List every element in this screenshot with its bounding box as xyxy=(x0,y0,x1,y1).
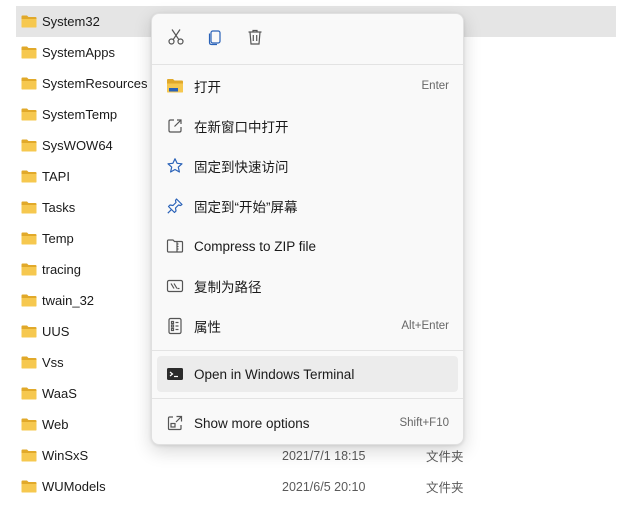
file-name: tracing xyxy=(42,262,82,277)
menu-item-open-terminal[interactable]: Open in Windows Terminal xyxy=(157,356,458,392)
file-name: SysWOW64 xyxy=(42,138,113,153)
menu-divider xyxy=(152,64,463,65)
folder-icon xyxy=(21,480,37,493)
menu-item-shortcut: Enter xyxy=(421,80,450,92)
folder-icon xyxy=(21,46,37,59)
file-name: WaaS xyxy=(42,386,77,401)
delete-icon xyxy=(246,28,264,49)
open-new-window-icon xyxy=(166,117,184,135)
menu-item-label: 打开 xyxy=(194,80,221,95)
file-name: Tasks xyxy=(42,200,76,215)
star-icon xyxy=(166,157,184,175)
menu-item-label: 复制为路径 xyxy=(194,280,262,295)
folder-icon xyxy=(21,139,37,152)
context-menu: 打开 Enter 在新窗口中打开 固定到快速访问 固定到“开始”屏幕 Compr… xyxy=(151,13,464,445)
folder-icon xyxy=(21,77,37,90)
menu-item-label: 固定到快速访问 xyxy=(194,160,289,175)
folder-icon xyxy=(21,170,37,183)
file-name: WinSxS xyxy=(42,448,89,463)
file-name: twain_32 xyxy=(42,293,95,308)
menu-item-open[interactable]: 打开 Enter xyxy=(157,68,458,104)
menu-item-shortcut: Alt+Enter xyxy=(401,320,449,332)
menu-item-label: 在新窗口中打开 xyxy=(194,120,289,135)
quick-actions-bar xyxy=(152,14,463,64)
file-name: WUModels xyxy=(42,479,106,494)
file-name: UUS xyxy=(42,324,70,339)
folder-open-icon xyxy=(166,77,184,95)
menu-divider xyxy=(152,398,463,399)
file-name: Web xyxy=(42,417,69,432)
delete-button[interactable] xyxy=(242,25,268,51)
folder-icon xyxy=(21,418,37,431)
menu-item-properties[interactable]: 属性 Alt+Enter xyxy=(157,308,458,344)
file-name: TAPI xyxy=(42,169,70,184)
folder-icon xyxy=(21,108,37,121)
menu-item-show-more-options[interactable]: Show more options Shift+F10 xyxy=(157,405,458,441)
file-date: 2021/7/1 18:15 xyxy=(282,448,366,463)
show-more-icon xyxy=(166,414,184,432)
file-name: SystemResources xyxy=(42,76,148,91)
menu-item-compress-zip[interactable]: Compress to ZIP file xyxy=(157,228,458,264)
folder-icon xyxy=(21,263,37,276)
file-name: Vss xyxy=(42,355,64,370)
folder-icon xyxy=(21,387,37,400)
file-type: 文件夹 xyxy=(426,450,464,464)
file-name: SystemTemp xyxy=(42,107,118,122)
zip-folder-icon xyxy=(166,237,184,255)
menu-item-label: Show more options xyxy=(194,415,310,431)
folder-icon xyxy=(21,356,37,369)
file-name: Temp xyxy=(42,231,74,246)
copy-icon xyxy=(206,28,224,49)
file-type: 文件夹 xyxy=(426,481,464,495)
menu-item-open-new-window[interactable]: 在新窗口中打开 xyxy=(157,108,458,144)
file-date: 2021/6/5 20:10 xyxy=(282,479,366,494)
folder-icon xyxy=(21,325,37,338)
copy-path-icon xyxy=(166,277,184,295)
folder-icon xyxy=(21,201,37,214)
cut-icon xyxy=(167,28,185,49)
menu-item-label: Compress to ZIP file xyxy=(194,238,317,254)
menu-item-shortcut: Shift+F10 xyxy=(399,417,449,429)
menu-item-label: 属性 xyxy=(194,320,221,335)
terminal-icon xyxy=(166,365,184,383)
pin-icon xyxy=(166,197,184,215)
file-name: SystemApps xyxy=(42,45,115,60)
file-name: System32 xyxy=(42,14,100,29)
folder-icon xyxy=(21,15,37,28)
menu-item-label: 固定到“开始”屏幕 xyxy=(194,200,298,215)
folder-icon xyxy=(21,449,37,462)
menu-item-copy-as-path[interactable]: 复制为路径 xyxy=(157,268,458,304)
file-row-wumodels[interactable]: WUModels 2021/6/5 20:10 文件夹 xyxy=(16,471,616,502)
properties-icon xyxy=(166,317,184,335)
menu-divider xyxy=(152,350,463,351)
menu-item-pin-quick-access[interactable]: 固定到快速访问 xyxy=(157,148,458,184)
folder-icon xyxy=(21,232,37,245)
cut-button[interactable] xyxy=(163,25,189,51)
copy-button[interactable] xyxy=(202,25,228,51)
menu-item-label: Open in Windows Terminal xyxy=(194,366,355,382)
folder-icon xyxy=(21,294,37,307)
menu-item-pin-start[interactable]: 固定到“开始”屏幕 xyxy=(157,188,458,224)
